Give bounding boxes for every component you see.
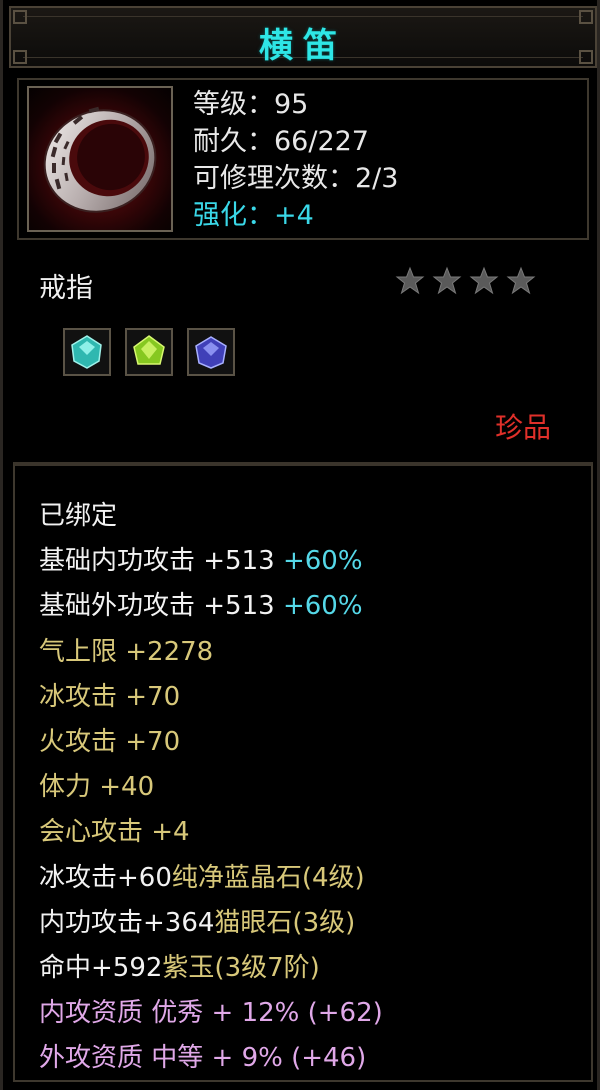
attribute-text: 基础外功攻击 +513 (39, 591, 283, 622)
bound-status: 已绑定 (39, 501, 118, 531)
attribute-text: 内攻资质 优秀 + 12% (+62) (39, 998, 383, 1029)
attribute-text: 气上限 +2278 (39, 636, 214, 667)
attribute-text: 冰攻击+60 (39, 862, 172, 893)
attribute-line: 气上限 +2278 (39, 630, 383, 675)
star-icon (469, 266, 499, 295)
star-icon (506, 266, 536, 295)
attribute-text: 紫玉(3级7阶) (162, 953, 320, 984)
attribute-text: 外攻资质 中等 + 9% (+46) (39, 1043, 367, 1074)
item-name: 横笛 (259, 26, 347, 66)
attribute-text: 内功攻击+364 (39, 907, 215, 938)
gem-sockets (63, 328, 235, 376)
attribute-text: 命中+592 (39, 953, 163, 984)
cyan-crystal-gem-icon[interactable] (63, 328, 111, 376)
attribute-line: 基础内功攻击 +513 +60% (39, 539, 383, 584)
attribute-text: 纯净蓝晶石(4级) (171, 862, 365, 893)
attribute-text: 会心攻击 +4 (39, 817, 190, 848)
attribute-text: +60% (282, 546, 363, 577)
rarity-label: 珍品 (494, 411, 551, 444)
attribute-text: 体力 +40 (39, 772, 155, 803)
attribute-line: 内攻资质 优秀 + 12% (+62) (39, 991, 383, 1036)
stat-repair-count: 可修理次数：2/3 (193, 163, 399, 194)
stat-durability: 耐久：66/227 (193, 126, 369, 157)
item-type: 戒指 (39, 273, 93, 304)
attribute-panel: 已绑定 基础内功攻击 +513 +60% 基础外功攻击 +513 +60% 气上限 … (13, 462, 593, 1082)
star-rating (395, 266, 536, 296)
star-icon (395, 266, 425, 295)
stat-level: 等级：95 (193, 89, 309, 120)
blue-crystal-gem-icon[interactable] (187, 328, 235, 376)
item-header: 等级：95 耐久：66/227 可修理次数：2/3 强化：+4 (17, 78, 589, 240)
attribute-line: 外攻资质 中等 + 9% (+46) (39, 1036, 383, 1081)
attribute-line: 冰攻击 +70 (39, 675, 383, 720)
attribute-text: 基础内功攻击 +513 (39, 546, 283, 577)
attribute-line: 命中+592紫玉(3级7阶) (39, 946, 383, 991)
attribute-line: 内功攻击+364猫眼石(3级) (39, 901, 383, 946)
stat-enhance: 强化：+4 (193, 200, 314, 231)
attribute-text: 火攻击 +70 (39, 727, 181, 758)
attribute-text: 猫眼石(3级) (214, 907, 356, 938)
attribute-line: 基础外功攻击 +513 +60% (39, 584, 383, 629)
ring-icon (27, 86, 173, 232)
attribute-text: +60% (282, 591, 363, 622)
attribute-line: 冰攻击+60纯净蓝晶石(4级) (39, 856, 383, 901)
green-crystal-gem-icon[interactable] (125, 328, 173, 376)
attribute-line: 会心攻击 +4 (39, 810, 383, 855)
attribute-text: 冰攻击 +70 (39, 681, 181, 712)
item-tooltip: 横笛 等级：95 耐久：66/227 可修理次数：2/3 强化：+4 戒指 珍品… (0, 0, 600, 1090)
attribute-line: 火攻击 +70 (39, 720, 383, 765)
attribute-line: 体力 +40 (39, 765, 383, 810)
item-stats: 等级：95 耐久：66/227 可修理次数：2/3 强化：+4 (193, 86, 398, 234)
title-bar: 横笛 (9, 6, 597, 68)
star-icon (432, 266, 462, 295)
